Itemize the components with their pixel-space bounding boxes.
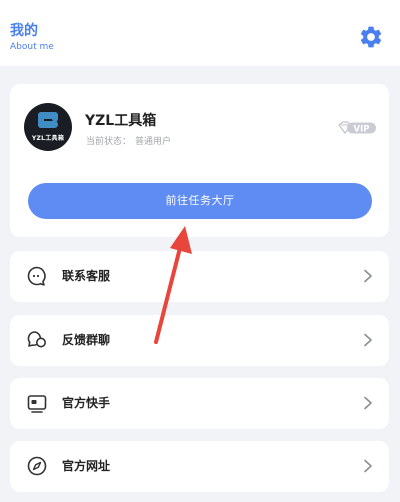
chevron-right-icon [364,396,372,410]
page-subtitle: About me [10,42,54,52]
avatar-logo-text: YZL工具箱 [31,135,65,142]
menu-item-feedback-group[interactable]: 反馈群聊 [10,315,389,366]
chevron-right-icon [364,269,372,283]
task-hall-button[interactable]: 前往任务大厅 [28,183,372,219]
compass-icon [27,456,47,476]
chat-bubble-icon [27,266,46,286]
menu-item-label: 联系客服 [62,269,111,283]
id-card-icon [27,395,47,413]
profile-status: 当前状态： 普通用户 [86,134,175,147]
profile-card: YZL工具箱 YZL工具箱 当前状态： 普通用户 VIP 前往任务大厅 [10,84,389,237]
page-title: 我的 [10,23,38,39]
group-chat-icon [27,331,46,348]
vip-badge: VIP [338,121,376,134]
gear-icon[interactable] [358,24,384,50]
menu-item-official-website[interactable]: 官方网址 [10,441,389,492]
menu-item-label: 官方网址 [62,459,111,473]
vip-label: VIP [354,124,370,134]
menu-item-official-kuaishou[interactable]: 官方快手 [10,378,389,429]
page-header: 我的 About me [0,0,400,66]
avatar[interactable]: YZL工具箱 [24,103,72,151]
menu-item-customer-service[interactable]: 联系客服 [10,251,389,302]
menu-item-label: 反馈群聊 [62,333,111,347]
chevron-right-icon [364,333,372,347]
status-value: 普通用户 [135,137,172,147]
app-logo-icon [38,112,58,128]
menu-item-label: 官方快手 [62,396,111,410]
status-label: 当前状态： [86,137,132,147]
profile-name: YZL工具箱 [85,113,157,129]
chevron-right-icon [364,459,372,473]
